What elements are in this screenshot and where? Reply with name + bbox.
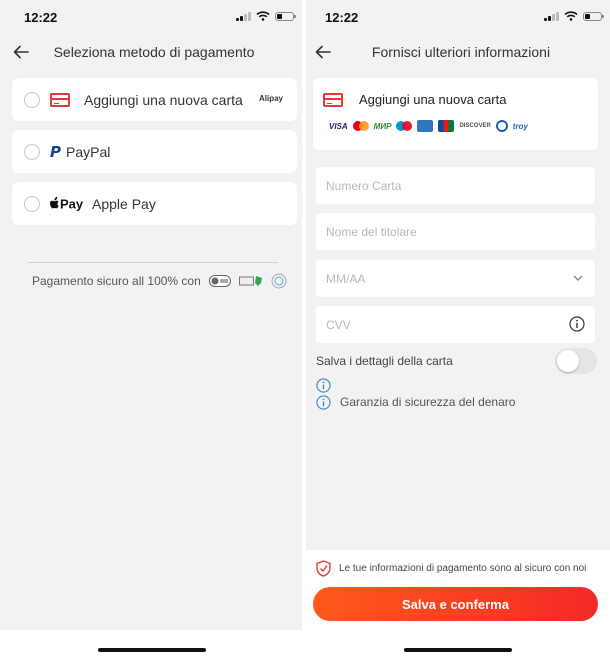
- security-seal-icon: [271, 273, 287, 289]
- toggle-knob: [557, 350, 579, 372]
- signal-icon: [544, 11, 559, 21]
- card-brands: VISA МИР DISCOVER troy: [329, 120, 528, 132]
- signal-icon: [236, 11, 251, 21]
- home-indicator: [404, 648, 512, 652]
- cvv-placeholder: CVV: [326, 317, 351, 332]
- status-time: 12:22: [325, 10, 359, 25]
- save-card-toggle[interactable]: [555, 348, 597, 374]
- method-label-new-card: Aggiungi una nuova carta: [84, 91, 243, 108]
- method-apple-pay[interactable]: Pay Apple Pay: [12, 182, 297, 225]
- status-bar: 12:22: [306, 0, 610, 34]
- info-icon[interactable]: [569, 316, 585, 332]
- secure-payment-row: Pagamento sicuro all 100% con: [32, 273, 287, 289]
- new-card-section: Aggiungi una nuova carta VISA МИР DISCOV…: [313, 78, 598, 150]
- maestro-logo: [396, 121, 413, 131]
- battery-icon: [583, 11, 604, 21]
- page-title: Seleziona metodo di pagamento: [53, 44, 255, 60]
- svg-text:Pay: Pay: [60, 196, 84, 211]
- discover-logo: DISCOVER: [459, 123, 491, 129]
- apple-pay-icon: Pay: [50, 196, 84, 211]
- save-card-row: Salva i dettagli della carta: [316, 348, 597, 374]
- home-indicator: [98, 648, 206, 652]
- card-details-screen: 12:22 Fornisci ulteriori informazioni Ag…: [306, 0, 610, 660]
- cardholder-placeholder: Nome del titolare: [326, 224, 417, 239]
- shield-icon: [316, 560, 331, 577]
- money-guarantee-text: Garanzia di sicurezza del denaro: [340, 395, 516, 409]
- status-icons: [544, 11, 604, 21]
- chevron-down-icon: [573, 275, 583, 281]
- mir-logo: МИР: [373, 121, 392, 131]
- jcb-logo: [438, 120, 455, 132]
- secure-payment-text: Pagamento sicuro all 100% con: [32, 274, 201, 288]
- payment-method-screen: 12:22 Seleziona metodo di pagamento Aggi…: [0, 0, 302, 660]
- pci-icon: [238, 276, 262, 286]
- troy-logo: troy: [512, 121, 528, 131]
- wifi-icon: [564, 11, 578, 21]
- status-bar: 12:22: [0, 0, 302, 34]
- radio-new-card[interactable]: [24, 91, 40, 108]
- footer-panel: Le tue informazioni di pagamento sono al…: [306, 550, 610, 660]
- amex-logo: [417, 120, 434, 132]
- expiry-placeholder: MM/AA: [326, 271, 366, 286]
- method-label-apple-pay: Apple Pay: [92, 195, 156, 212]
- method-label-paypal: PayPal: [66, 143, 111, 160]
- status-time: 12:22: [24, 10, 58, 25]
- secure-info-text: Le tue informazioni di pagamento sono al…: [339, 563, 587, 574]
- arrow-left-icon[interactable]: [314, 43, 332, 61]
- save-card-label: Salva i dettagli della carta: [316, 354, 453, 368]
- diners-logo: [495, 120, 508, 132]
- battery-icon: [275, 11, 296, 21]
- alipay-logo: Alipay: [258, 94, 283, 103]
- visa-logo: VISA: [329, 121, 348, 131]
- paypal-icon: P: [50, 142, 61, 161]
- arrow-left-icon[interactable]: [12, 43, 30, 61]
- method-paypal[interactable]: P PayPal: [12, 130, 297, 173]
- save-confirm-button[interactable]: Salva e conferma: [313, 587, 598, 621]
- mastercard-logo: [352, 121, 369, 131]
- divider: [28, 262, 278, 263]
- info-icon[interactable]: [316, 395, 331, 410]
- status-icons: [236, 11, 296, 21]
- nav-bar: Fornisci ulteriori informazioni: [306, 34, 610, 70]
- card-number-placeholder: Numero Carta: [326, 178, 402, 193]
- expiry-date-field[interactable]: MM/AA: [316, 260, 595, 297]
- credit-card-icon: [323, 93, 343, 107]
- info-icon[interactable]: [316, 378, 331, 393]
- radio-apple-pay[interactable]: [24, 195, 40, 212]
- credit-card-icon: [50, 92, 70, 107]
- card-number-field[interactable]: Numero Carta: [316, 167, 595, 204]
- nav-bar: Seleziona metodo di pagamento: [0, 34, 302, 70]
- bottom-area: [0, 630, 302, 660]
- cardholder-name-field[interactable]: Nome del titolare: [316, 213, 595, 250]
- cvv-field[interactable]: CVV: [316, 306, 595, 343]
- ssl-icon: [208, 275, 231, 287]
- radio-paypal[interactable]: [24, 143, 40, 160]
- method-new-card[interactable]: Aggiungi una nuova carta Alipay: [12, 78, 297, 121]
- wifi-icon: [256, 11, 270, 21]
- page-title: Fornisci ulteriori informazioni: [371, 44, 551, 60]
- new-card-label: Aggiungi una nuova carta: [359, 92, 507, 107]
